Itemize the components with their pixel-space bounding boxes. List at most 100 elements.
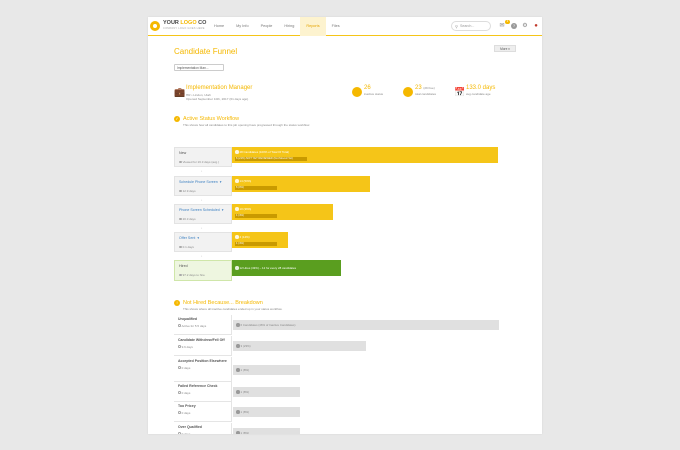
stage-duration: 20.3 days bbox=[179, 217, 227, 221]
person-icon bbox=[235, 207, 239, 211]
stage-duration-text: 12.9 days bbox=[182, 189, 196, 193]
chevron-down-icon[interactable]: ▾ bbox=[220, 180, 222, 184]
breakdown-bar[interactable]: 1 (8%) bbox=[233, 365, 300, 375]
workflow-stage[interactable]: New Viewed for 16.3 days (avg.) bbox=[174, 147, 232, 167]
clock-icon bbox=[179, 217, 182, 221]
funnel-bar-label: 10 (36%) bbox=[235, 207, 251, 211]
stage-name-text: Schedule Phone Screen bbox=[179, 180, 218, 184]
nav-files[interactable]: Files bbox=[326, 17, 346, 36]
breakdown-row[interactable]: Candidate Withdrew/Fell Off 9.6 days bbox=[174, 336, 232, 356]
breakdown-bar-label-text: 1 (8%) bbox=[240, 390, 250, 394]
workflow-stage[interactable]: Offer Sent ▾ 0.1 days bbox=[174, 232, 232, 252]
breakdown-bar[interactable]: 1 (8%) bbox=[233, 387, 300, 397]
down-arrow-icon: ↓ bbox=[201, 198, 203, 202]
person-icon bbox=[236, 390, 240, 394]
breakdown-bar[interactable]: 1 (8%) bbox=[233, 407, 300, 417]
job-select[interactable]: Implementation Man... bbox=[174, 64, 224, 71]
breakdown-duration-text: 0 days bbox=[181, 431, 191, 435]
stage-name-text: Offer Sent bbox=[179, 236, 196, 240]
top-bar: YOUR LOGO CO COMPANY LOGO GOES HERE Home… bbox=[148, 17, 542, 36]
clock-icon bbox=[179, 189, 182, 193]
app-frame: YOUR LOGO CO COMPANY LOGO GOES HERE Home… bbox=[148, 17, 542, 434]
warning-icon: ! bbox=[174, 300, 180, 306]
breakdown-duration-text: 0 days bbox=[181, 410, 191, 415]
nav-hiring[interactable]: Hiring bbox=[278, 17, 300, 36]
breakdown-bar-label: 1 (8%) bbox=[236, 387, 249, 397]
clock-icon bbox=[178, 366, 181, 369]
funnel-bar-label-text: 4 (14%) bbox=[239, 235, 250, 239]
funnel-bar[interactable]: 28 Candidates (100% of Total Of Total) 6 … bbox=[232, 147, 498, 163]
check-icon: ✓ bbox=[174, 116, 180, 122]
funnel-bar-label: 28 Candidates (100% of Total Of Total) bbox=[235, 150, 289, 154]
logo-subtitle: COMPANY LOGO GOES HERE bbox=[163, 27, 205, 30]
funnel-bar[interactable]: 10 (36%) 1 (4%) bbox=[232, 204, 333, 220]
breakdown-reason: Over Qualified bbox=[178, 425, 202, 429]
person-icon bbox=[235, 150, 239, 154]
help-icon[interactable]: ? bbox=[510, 22, 518, 30]
stage-duration-text: 0.1 days bbox=[182, 245, 194, 249]
breakdown-duration: 0 days bbox=[178, 391, 227, 395]
funnel-bar[interactable]: 4 (14%) 1 (4%) bbox=[232, 232, 288, 248]
company-logo[interactable]: YOUR LOGO CO COMPANY LOGO GOES HERE bbox=[150, 20, 206, 32]
funnel-bar[interactable]: 12 Hires (43%) – 12 for every 28 candida… bbox=[232, 260, 341, 276]
not-moved-bar: 1 (4%) bbox=[235, 214, 277, 218]
funnel-bar[interactable]: 14 (50%) 6 (0%) bbox=[232, 176, 370, 192]
workflow-stage[interactable]: Hired 97.2 days to hire bbox=[174, 260, 232, 281]
breakdown-bar-label-text: 1 (8%) bbox=[240, 368, 250, 372]
active-workflow-subtitle: This shows how all candidates to this jo… bbox=[183, 123, 310, 127]
breakdown-bar[interactable]: 1 (8%) bbox=[233, 428, 300, 434]
person-icon bbox=[235, 266, 239, 270]
breakdown-row[interactable]: Too Pricey 0 days bbox=[174, 402, 232, 422]
funnel-bar-label: 12 Hires (43%) – 12 for every 28 candida… bbox=[235, 266, 296, 270]
funnel-bar-label-text: 10 (36%) bbox=[239, 207, 252, 211]
breakdown-duration: 9.6 days bbox=[178, 345, 227, 349]
person-icon bbox=[235, 179, 239, 183]
breakdown-duration-text: Active for 5.5 days bbox=[181, 323, 207, 328]
page-title: Candidate Funnel bbox=[174, 47, 238, 56]
breakdown-duration: Active for 5.5 days bbox=[178, 324, 227, 328]
breakdown-duration: 0 days bbox=[178, 366, 227, 370]
breakdown-duration: 0 days bbox=[178, 431, 227, 435]
funnel-bar-label: 4 (14%) bbox=[235, 235, 250, 239]
down-arrow-icon: ↓ bbox=[201, 226, 203, 230]
stage-duration-text: 20.3 days bbox=[182, 217, 196, 221]
nav-my-info[interactable]: My Info bbox=[230, 17, 254, 36]
breakdown-row[interactable]: Failed Reference Check 0 days bbox=[174, 382, 232, 402]
breakdown-bar-label: 6 Candidates (46% of Inactive Candidates… bbox=[236, 320, 295, 330]
stage-name: New bbox=[179, 151, 227, 155]
active-workflow-title: ✓ Active Status Workflow bbox=[174, 116, 240, 122]
calendar-icon: 📅 bbox=[454, 87, 466, 97]
breakdown-bar[interactable]: 3 (23%) bbox=[233, 341, 366, 351]
more-button[interactable]: More ▾ bbox=[494, 45, 516, 52]
chevron-down-icon[interactable]: ▾ bbox=[197, 236, 199, 240]
nav-reports[interactable]: Reports bbox=[300, 17, 326, 36]
stage-duration: Viewed for 16.3 days (avg.) bbox=[179, 160, 227, 164]
breakdown-row[interactable]: Accepted Position Elsewhere 0 days bbox=[174, 357, 232, 382]
stage-duration-text: 97.2 days to hire bbox=[182, 273, 205, 277]
breakdown-row[interactable]: Over Qualified 0 days bbox=[174, 423, 232, 434]
job-opened: Opened September 10th, 2017 (61 days ago… bbox=[186, 97, 249, 101]
stage-name: Phone Screen Scheduled ▾ bbox=[179, 208, 227, 212]
person-icon bbox=[236, 344, 240, 348]
search-input[interactable]: ⚲ Search... bbox=[451, 21, 491, 31]
workflow-stage[interactable]: Phone Screen Scheduled ▾ 20.3 days bbox=[174, 204, 232, 224]
chevron-down-icon[interactable]: ▾ bbox=[222, 208, 224, 212]
person-icon bbox=[236, 323, 240, 327]
breakdown-reason: Unqualified bbox=[178, 317, 198, 321]
gear-icon[interactable]: ⚙ bbox=[521, 22, 529, 30]
search-placeholder: Search... bbox=[459, 23, 475, 28]
breakdown-duration-text: 0 days bbox=[181, 365, 191, 370]
user-icon[interactable]: ● bbox=[532, 22, 540, 30]
workflow-stage[interactable]: Schedule Phone Screen ▾ 12.9 days bbox=[174, 176, 232, 196]
job-title: Implementation Manager bbox=[186, 85, 253, 91]
nav-home[interactable]: Home bbox=[208, 17, 230, 36]
stage-duration: 0.1 days bbox=[179, 245, 227, 249]
breakdown-row[interactable]: Unqualified Active for 5.5 days bbox=[174, 315, 232, 335]
nav-people[interactable]: People bbox=[255, 17, 279, 36]
down-arrow-icon: ↓ bbox=[201, 254, 203, 258]
breakdown-bar[interactable]: 6 Candidates (46% of Inactive Candidates… bbox=[233, 320, 499, 330]
breakdown-reason: Candidate Withdrew/Fell Off bbox=[178, 338, 225, 342]
stage-name: Schedule Phone Screen ▾ bbox=[179, 180, 227, 184]
not-moved-bar: 1 (4%) bbox=[235, 242, 277, 246]
not-hired-title: ! Not Hired Because... Breakdown bbox=[174, 300, 263, 306]
